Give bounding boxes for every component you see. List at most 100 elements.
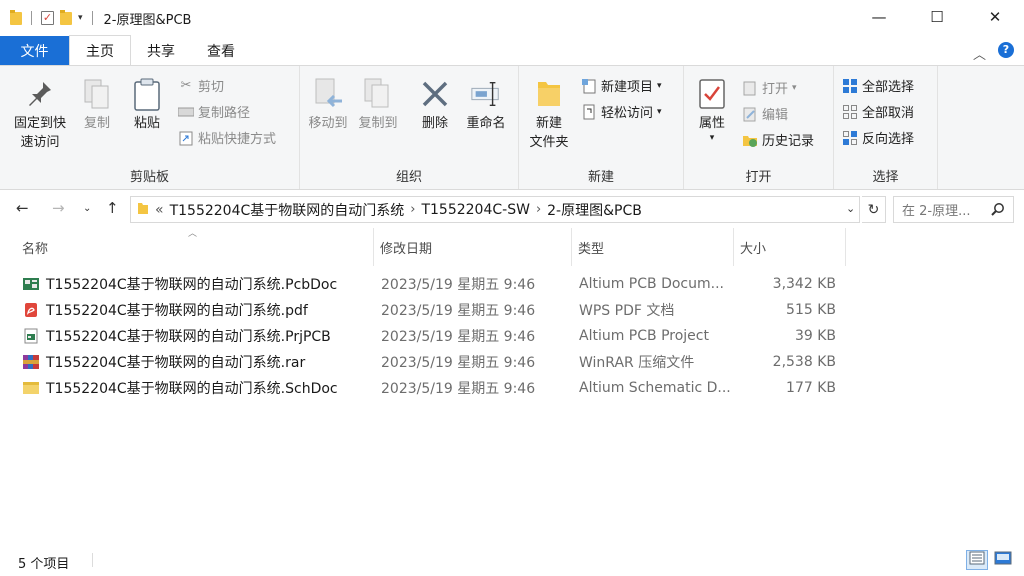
easy-access-icon [581,104,597,120]
select-group: 全部选择 全部取消 反向选择 选择 [834,66,938,189]
copy-to-button[interactable]: 复制到 [354,76,402,133]
column-header-name[interactable]: 名称 [16,228,374,266]
minimize-button[interactable]: — [850,0,908,34]
address-overflow[interactable]: « [155,202,164,218]
status-bar: 5 个项目 [0,546,1024,576]
tab-share[interactable]: 共享 [131,36,191,65]
file-date: 2023/5/19 星期五 9:46 [381,329,536,345]
select-all-button[interactable]: 全部选择 [842,76,914,95]
file-type: WPS PDF 文档 [579,303,675,319]
select-all-icon [842,78,858,94]
file-size: 39 KB [794,328,836,344]
copy-icon [81,76,113,112]
open-group-label: 打开 [745,170,772,185]
up-button[interactable]: ↑ [106,199,119,217]
open-group: 属性 ▾ 打开 ▾ 编辑 历史记录 打开 [684,66,834,189]
navigation-bar: ← → ⌄ ↑ « T1552204C基于物联网的自动门系统 › T155220… [0,194,1024,226]
pdf-icon [22,302,40,318]
new-folder-quick-icon[interactable] [60,9,72,25]
address-dropdown-button[interactable]: ⌄ [846,202,855,215]
column-header-size[interactable]: 大小 [734,228,846,266]
file-row[interactable]: T1552204C基于物联网的自动门系统.PcbDoc 2023/5/19 星期… [18,271,918,297]
copy-to-icon [362,76,394,112]
schdoc-icon [22,380,40,396]
folder-icon [137,201,149,219]
file-row[interactable]: T1552204C基于物联网的自动门系统.rar 2023/5/19 星期五 9… [18,349,918,375]
edit-icon [742,106,758,122]
easy-access-button[interactable]: 轻松访问 ▾ [581,102,662,121]
quick-access-toolbar: ✓ ▾ [0,9,96,25]
title-bar: ✓ ▾ 2-原理图&PCB — ☐ ✕ [0,0,1024,36]
select-none-button[interactable]: 全部取消 [842,102,914,121]
history-button[interactable]: 历史记录 [742,130,814,149]
clipboard-group-label: 剪贴板 [129,170,169,185]
tab-home[interactable]: 主页 [69,35,131,65]
customize-toolbar-icon[interactable]: ▾ [78,13,83,23]
window-controls: — ☐ ✕ [850,0,1024,34]
rename-button[interactable]: 重命名 [460,76,512,133]
refresh-button[interactable]: ↻ [862,196,886,223]
details-view-icon [969,551,985,569]
chevron-right-icon[interactable]: › [536,202,541,217]
close-button[interactable]: ✕ [966,0,1024,34]
column-header-date[interactable]: 修改日期 [374,228,572,266]
breadcrumb-item[interactable]: 2-原理图&PCB [547,200,642,220]
copy-button[interactable]: 复制 [78,76,116,133]
large-icons-view-button[interactable] [992,550,1014,570]
tab-view[interactable]: 查看 [191,36,251,65]
scissors-icon: ✂ [180,78,192,93]
select-group-label: 选择 [872,170,899,185]
file-row[interactable]: T1552204C基于物联网的自动门系统.SchDoc 2023/5/19 星期… [18,375,918,401]
file-type: Altium PCB Project [579,328,709,344]
rename-icon [470,76,502,112]
file-type: WinRAR 压缩文件 [579,355,695,371]
copy-path-button[interactable]: 复制路径 [178,102,250,121]
open-button[interactable]: 打开 ▾ [742,78,797,97]
divider [92,553,93,567]
history-icon [742,132,758,148]
maximize-button[interactable]: ☐ [908,0,966,34]
move-to-icon [312,76,344,112]
file-size: 3,342 KB [772,276,836,292]
properties-icon [696,76,728,112]
select-none-icon [842,104,858,120]
chevron-right-icon[interactable]: › [410,202,415,217]
invert-selection-icon [842,130,858,146]
back-button[interactable]: ← [16,199,29,217]
pin-quick-access-button[interactable]: 固定到快 速访问 [8,76,72,152]
delete-button[interactable]: 删除 [418,76,452,133]
paste-shortcut-button[interactable]: 粘贴快捷方式 [178,128,276,147]
collapse-ribbon-icon[interactable]: ︿ [973,44,986,63]
properties-button[interactable]: 属性 ▾ [692,76,732,143]
arrow-left-icon: ← [16,199,29,217]
tab-file[interactable]: 文件 [0,36,69,65]
file-date: 2023/5/19 星期五 9:46 [381,277,536,293]
invert-selection-button[interactable]: 反向选择 [842,128,914,147]
divider [31,11,32,25]
file-type: Altium PCB Docum... [579,276,724,292]
paste-button[interactable]: 粘贴 [126,76,168,133]
file-row[interactable]: T1552204C基于物联网的自动门系统.PrjPCB 2023/5/19 星期… [18,323,918,349]
forward-button[interactable]: → [52,199,65,217]
file-name: T1552204C基于物联网的自动门系统.rar [46,355,306,371]
details-view-button[interactable] [966,550,988,570]
move-to-button[interactable]: 移动到 [304,76,352,133]
breadcrumb-item[interactable]: T1552204C基于物联网的自动门系统 [170,200,405,220]
file-name: T1552204C基于物联网的自动门系统.PrjPCB [46,329,331,345]
new-item-button[interactable]: 新建项目 ▾ [581,76,662,95]
edit-button[interactable]: 编辑 [742,104,788,123]
new-folder-button[interactable]: 新建 文件夹 [525,76,573,152]
cut-button[interactable]: ✂ 剪切 [178,76,224,95]
chevron-down-icon: ⌄ [83,203,92,214]
file-row[interactable]: T1552204C基于物联网的自动门系统.pdf 2023/5/19 星期五 9… [18,297,918,323]
search-input[interactable]: 在 2-原理... [893,196,1014,223]
recent-locations-button[interactable]: ⌄ [83,203,91,214]
properties-quick-icon[interactable]: ✓ [41,11,54,25]
file-date: 2023/5/19 星期五 9:46 [381,303,536,319]
breadcrumb-item[interactable]: T1552204C-SW [421,202,529,218]
address-bar[interactable]: « T1552204C基于物联网的自动门系统 › T1552204C-SW › … [130,196,860,223]
column-header-type[interactable]: 类型 [572,228,734,266]
organize-group-label: 组织 [395,170,422,185]
help-icon[interactable]: ? [998,42,1014,58]
ribbon: 固定到快 速访问 复制 粘贴 ✂ 剪切 复制路径 粘贴快捷方式 剪贴板 移动到 … [0,65,1024,190]
